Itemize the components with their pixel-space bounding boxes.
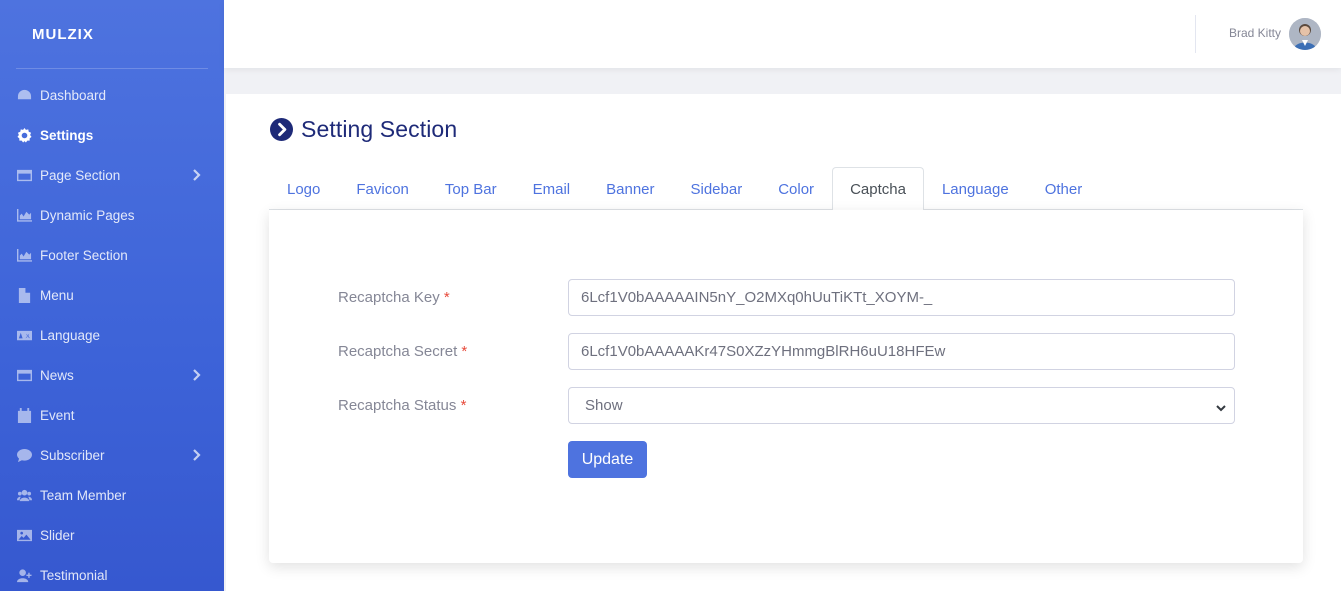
gear-icon <box>16 127 32 143</box>
sidebar-item-page-section[interactable]: Page Section <box>0 155 224 195</box>
tab-other[interactable]: Other <box>1027 167 1101 210</box>
tab-captcha[interactable]: Captcha <box>832 167 924 211</box>
sidebar-item-event[interactable]: Event <box>0 395 224 435</box>
sidebar-item-slider[interactable]: Slider <box>0 515 224 555</box>
sidebar-item-label: Language <box>40 327 101 343</box>
user-plus-icon <box>16 567 32 583</box>
sidebar-item-label: Footer Section <box>40 247 128 263</box>
sidebar-item-label: Testimonial <box>40 567 108 583</box>
topbar-divider <box>1195 15 1196 53</box>
sidebar-item-news[interactable]: News <box>0 355 224 395</box>
window-icon <box>16 367 32 383</box>
tab-language[interactable]: Language <box>924 167 1027 210</box>
sidebar-item-label: Event <box>40 407 75 423</box>
brand-logo[interactable]: MULZIX <box>0 0 224 68</box>
page-heading: Setting Section <box>270 116 457 143</box>
file-icon <box>16 287 32 303</box>
recaptcha-secret-row: Recaptcha Secret * <box>269 333 1303 371</box>
sidebar-item-subscriber[interactable]: Subscriber <box>0 435 224 475</box>
tab-sidebar[interactable]: Sidebar <box>673 167 761 210</box>
captcha-panel: Recaptcha Key * Recaptcha Secret * Recap… <box>269 210 1303 563</box>
sidebar-item-label: Dynamic Pages <box>40 207 135 223</box>
sidebar-item-label: Subscriber <box>40 447 105 463</box>
sidebar-item-footer-section[interactable]: Footer Section <box>0 235 224 275</box>
recaptcha-key-row: Recaptcha Key * <box>269 279 1303 317</box>
recaptcha-key-input[interactable] <box>568 279 1235 316</box>
tab-favicon[interactable]: Favicon <box>338 167 427 210</box>
tab-logo[interactable]: Logo <box>269 167 338 210</box>
sidebar: MULZIX Dashboard Settings Page Section Dyna… <box>0 0 224 591</box>
tab-banner[interactable]: Banner <box>588 167 672 210</box>
sidebar-item-testimonial[interactable]: Testimonial <box>0 555 224 591</box>
sidebar-item-settings[interactable]: Settings <box>0 115 224 155</box>
update-button[interactable]: Update <box>568 441 647 478</box>
page-title: Setting Section <box>301 116 458 142</box>
image-icon <box>16 527 32 543</box>
chevron-circle-right-icon <box>270 118 293 141</box>
sidebar-item-menu[interactable]: Menu <box>0 275 224 315</box>
chart-icon <box>16 247 32 263</box>
comment-icon <box>16 447 32 463</box>
chart-icon <box>16 207 32 223</box>
sidebar-item-label: Slider <box>40 527 75 543</box>
tab-color[interactable]: Color <box>760 167 832 210</box>
sidebar-item-label: Menu <box>40 287 74 303</box>
sidebar-item-label: Page Section <box>40 167 121 183</box>
user-avatar-icon[interactable] <box>1289 18 1321 50</box>
tab-email[interactable]: Email <box>515 167 589 210</box>
language-icon <box>16 327 32 343</box>
sidebar-item-dashboard[interactable]: Dashboard <box>0 75 224 115</box>
sidebar-nav: Dashboard Settings Page Section Dynamic Pag… <box>0 75 224 591</box>
recaptcha-status-row: Recaptcha Status * Show <box>269 387 1303 425</box>
main-card: Setting Section Logo Favicon Top Bar Email B… <box>226 94 1341 591</box>
topbar: Brad Kitty <box>224 0 1341 68</box>
chevron-right-icon <box>192 168 206 182</box>
sidebar-divider <box>16 68 208 69</box>
calendar-icon <box>16 407 32 423</box>
recaptcha-secret-input[interactable] <box>568 333 1235 370</box>
chevron-down-icon <box>1216 400 1226 412</box>
sidebar-item-label: Team Member <box>40 487 127 503</box>
sidebar-item-dynamic-pages[interactable]: Dynamic Pages <box>0 195 224 235</box>
sidebar-item-label: Settings <box>40 127 94 143</box>
recaptcha-key-label: Recaptcha Key * <box>338 289 450 306</box>
settings-tabs: Logo Favicon Top Bar Email Banner Sidebar Colo… <box>269 167 1303 211</box>
users-icon <box>16 487 32 503</box>
recaptcha-status-select[interactable]: Show <box>568 387 1235 424</box>
recaptcha-status-value: Show <box>585 397 623 414</box>
sidebar-item-team-member[interactable]: Team Member <box>0 475 224 515</box>
dashboard-icon <box>16 87 32 103</box>
sidebar-item-label: News <box>40 367 74 383</box>
chevron-right-icon <box>192 368 206 382</box>
user-name[interactable]: Brad Kitty <box>1229 26 1281 40</box>
tab-top-bar[interactable]: Top Bar <box>427 167 515 210</box>
recaptcha-status-label: Recaptcha Status * <box>338 397 467 414</box>
window-icon <box>16 167 32 183</box>
recaptcha-secret-label: Recaptcha Secret * <box>338 343 468 360</box>
sidebar-item-label: Dashboard <box>40 87 107 103</box>
sidebar-item-language[interactable]: Language <box>0 315 224 355</box>
chevron-right-icon <box>192 448 206 462</box>
